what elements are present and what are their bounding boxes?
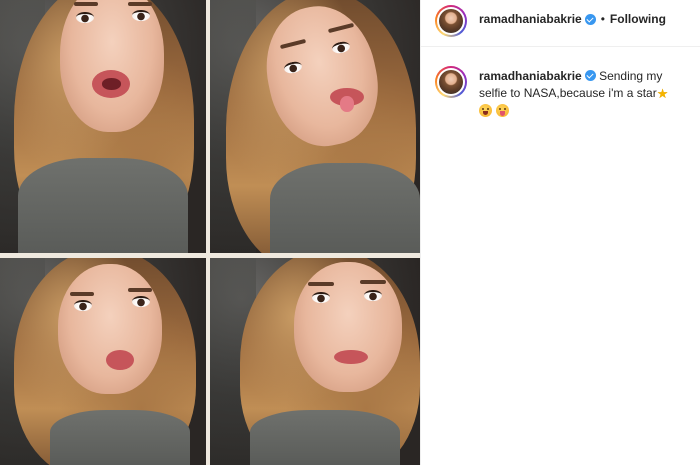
verified-badge-icon — [584, 70, 596, 81]
caption-username[interactable]: ramadhaniabakrie — [479, 69, 582, 83]
post-side-panel: ramadhaniabakrie • Following ramadhaniab… — [420, 0, 700, 465]
grinning-squinting-face-icon — [479, 104, 492, 117]
winking-face-with-tongue-icon — [496, 104, 509, 117]
separator-dot: • — [600, 12, 605, 26]
photo-selfie-pout — [0, 258, 206, 465]
post-image-collage[interactable] — [0, 0, 420, 465]
caption-avatar[interactable] — [435, 66, 467, 98]
post-header: ramadhaniabakrie • Following — [421, 0, 700, 47]
star-emoji-icon: ★ — [656, 86, 669, 101]
avatar[interactable] — [435, 5, 467, 37]
photo-selfie-tongue-out — [210, 0, 420, 253]
verified-badge-icon — [584, 13, 596, 25]
header-username[interactable]: ramadhaniabakrie — [479, 12, 582, 26]
collage-divider-vertical — [206, 0, 210, 465]
photo-selfie-open-mouth — [0, 0, 206, 253]
collage-divider-horizontal — [0, 253, 420, 258]
following-button[interactable]: Following — [610, 12, 666, 26]
photo-selfie-neutral — [210, 258, 420, 465]
post-caption: ramadhaniabakrie Sending my selfie to NA… — [479, 68, 691, 117]
